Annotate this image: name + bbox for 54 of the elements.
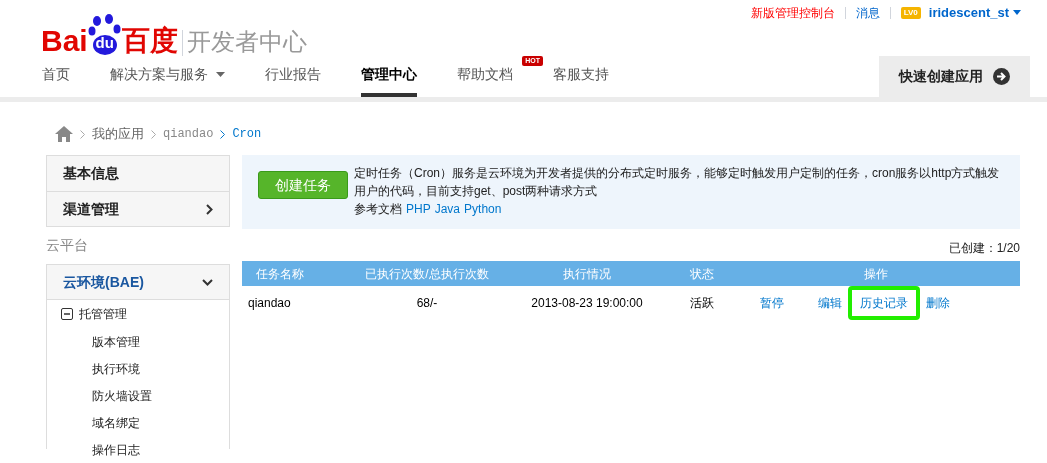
nav-tab[interactable]: 行业报告 [265, 56, 321, 97]
table-cell: 68/- [416, 296, 438, 310]
column-header: 状态 [690, 266, 714, 281]
sidebar-group[interactable]: 云环境(BAE) [47, 265, 229, 300]
action-link[interactable]: 历史记录 [848, 286, 920, 320]
table-cell: 2013-08-23 19:00:00 [531, 296, 643, 310]
column-header: 已执行次数/总执行次数 [365, 266, 489, 281]
chevron-down-icon [202, 278, 213, 286]
messages-link[interactable]: 消息 [855, 3, 880, 22]
table-cell: qiandao [248, 296, 291, 310]
console-link[interactable]: 新版管理控制台 [750, 3, 835, 22]
tree-item[interactable]: 操作日志 [47, 436, 229, 463]
chevron-right-icon [80, 129, 85, 139]
docs-link[interactable]: PHP [406, 200, 431, 218]
column-header: 操作 [864, 266, 888, 281]
docs-link[interactable]: Python [464, 200, 502, 218]
task-count: 已创建：1/20 [948, 240, 1020, 257]
docs-label: 参考文档 [354, 201, 402, 218]
user-menu[interactable]: iridescent_st [928, 3, 1021, 23]
quick-create-button[interactable]: 快速创建应用 [879, 56, 1030, 97]
tree-item[interactable]: 域名绑定 [47, 409, 229, 436]
logo-subtitle: 开发者中心 [186, 28, 307, 56]
docs-link[interactable]: Java [434, 200, 461, 218]
caret-icon [1013, 10, 1021, 16]
action-link[interactable]: 删除 [926, 294, 950, 312]
tree-item[interactable]: 防火墙设置 [47, 382, 229, 409]
nav-tab[interactable]: 解决方案与服务 [110, 56, 225, 97]
nav-tab[interactable]: 首页 [42, 56, 70, 97]
home-icon[interactable] [55, 126, 73, 142]
action-link[interactable]: 编辑 [818, 294, 842, 312]
logo-text: 百度 [121, 26, 178, 56]
breadcrumb-link[interactable]: Cron [232, 125, 262, 143]
column-header: 任务名称 [256, 266, 304, 281]
chevron-right-icon [151, 129, 156, 139]
nav-tab[interactable]: 帮助文档 [457, 56, 513, 97]
column-header: 执行情况 [563, 266, 611, 281]
section-label: 云平台 [46, 236, 89, 255]
tree-item[interactable]: 执行环境 [47, 355, 229, 382]
chevron-right-icon [220, 129, 226, 139]
sidebar-item[interactable]: 渠道管理 [47, 191, 229, 226]
description-text: 定时任务（Cron）服务是云环境为开发者提供的分布式定时服务，能够定时触发用户定制的任务，cron服务以http方式触发用户的代码，目前支持get、post两种请求方式 [354, 165, 1000, 200]
breadcrumb-link[interactable]: qiandao [163, 125, 214, 143]
tree-item[interactable]: 版本管理 [47, 328, 229, 355]
level-badge: LV0 [900, 6, 921, 19]
breadcrumb-link[interactable]: 我的应用 [92, 124, 144, 144]
action-link[interactable]: 暂停 [760, 296, 784, 310]
sidebar-item[interactable]: 基本信息 [47, 156, 229, 191]
tree-item[interactable]: 托管管理 [47, 300, 229, 328]
nav-tab[interactable]: 管理中心 [361, 56, 417, 97]
logo-text: Bai [41, 26, 88, 56]
nav-tab[interactable]: 客服支持 [553, 56, 609, 97]
table-cell: 活跃 [690, 296, 714, 310]
arrow-right-icon [993, 68, 1010, 85]
paw-logo: du [87, 12, 122, 56]
